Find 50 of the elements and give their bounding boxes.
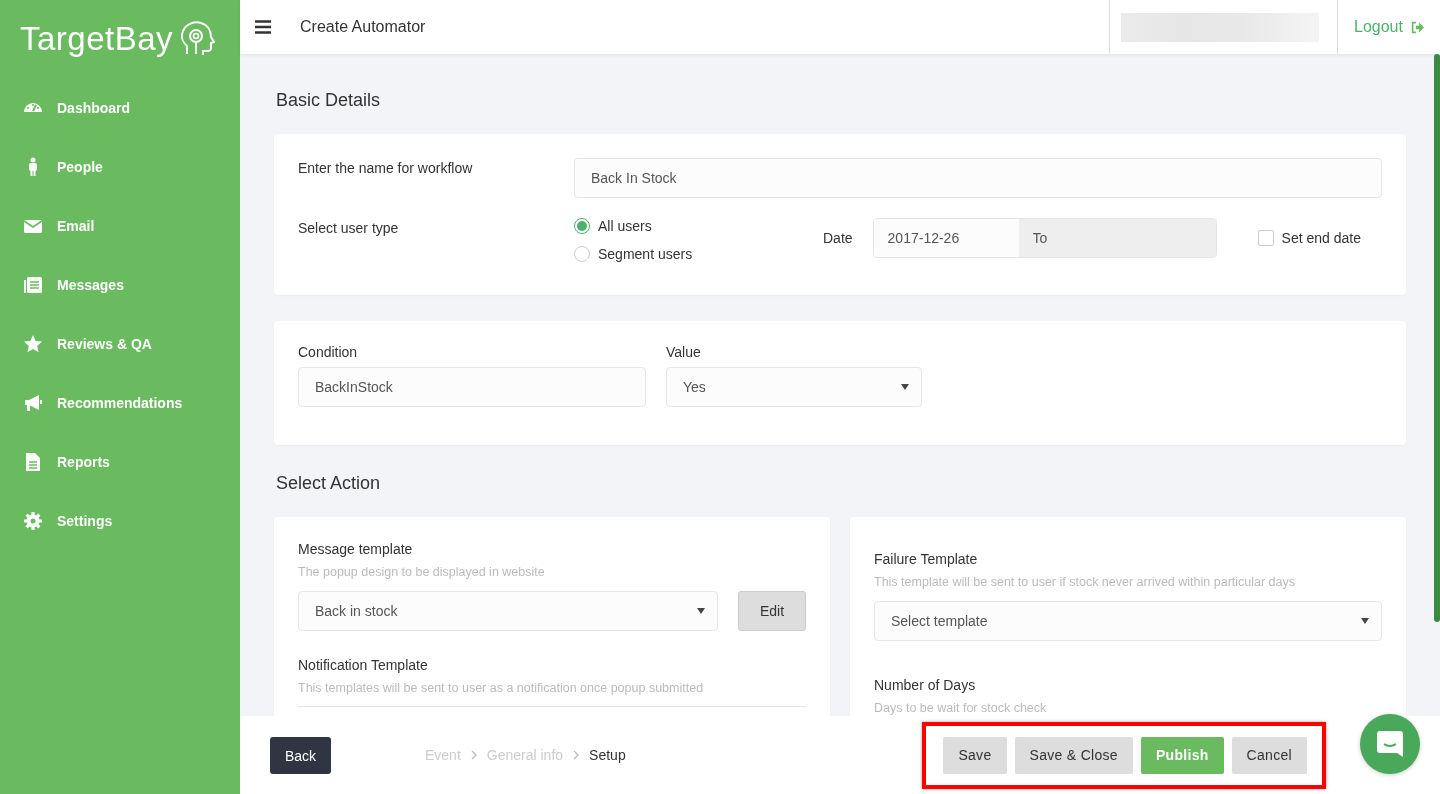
field-label: Message template <box>298 541 414 557</box>
field-hint: Days to be wait for stock check <box>874 701 1048 715</box>
field-label: Condition <box>298 344 359 360</box>
checkbox-label: Set end date <box>1281 230 1361 246</box>
section-heading: Basic Details <box>276 89 382 112</box>
chevron-icon <box>573 750 580 760</box>
field-label: Notification Template <box>298 657 429 673</box>
caret-icon <box>901 384 909 390</box>
chat-bubble-icon <box>1375 729 1405 759</box>
secondary-button[interactable]: Save <box>943 736 1007 774</box>
name-input[interactable]: Back In Stock <box>574 158 1382 198</box>
value-select[interactable]: Yes <box>666 367 922 407</box>
field-label: Failure Template <box>874 551 979 567</box>
radio-label: All users <box>598 218 652 234</box>
star-icon <box>23 333 43 354</box>
edit-button[interactable]: Edit <box>738 591 806 631</box>
sign-out-icon <box>1410 20 1424 34</box>
radio-button[interactable] <box>574 218 590 234</box>
chat-button[interactable] <box>1360 714 1420 774</box>
scrollbar-thumb[interactable] <box>1434 54 1440 622</box>
field-hint: This templates will be sent to user as a notification once popup submitted <box>298 681 705 695</box>
document-icon <box>23 451 43 472</box>
template-select[interactable]: Select template <box>874 601 1382 641</box>
caret-icon <box>1361 618 1369 624</box>
section-heading: Select Action <box>276 472 382 495</box>
megaphone-icon <box>23 392 43 413</box>
field-hint: The popup design to be displayed in website <box>298 565 546 579</box>
gear-icon <box>23 510 43 531</box>
chevron-icon <box>470 750 477 760</box>
secondary-button[interactable]: Cancel <box>1231 736 1307 774</box>
condition-input[interactable]: BackInStock <box>298 367 646 407</box>
newspaper-icon <box>23 274 43 295</box>
secondary-button[interactable]: Save & Close <box>1014 736 1133 774</box>
page-title: Create Automator <box>300 18 426 36</box>
field-label: Enter the name for workflow <box>298 159 474 178</box>
field-label: Value <box>666 344 702 360</box>
field-hint: This template will be sent to user if stock never arrived within particular days <box>874 575 1296 589</box>
checkbox[interactable] <box>1257 230 1274 246</box>
field-label: Select user type <box>298 219 400 236</box>
logo-text: TargetBay <box>20 20 174 58</box>
menu-icon[interactable] <box>255 20 271 34</box>
head-logo-icon <box>179 20 216 58</box>
template-select[interactable]: Back in stock <box>298 591 718 631</box>
radio-label: Segment users <box>598 246 693 262</box>
breadcrumb-step[interactable]: Setup <box>589 747 626 763</box>
caret-icon <box>697 608 705 614</box>
field-label: Date <box>823 230 853 246</box>
field-label: Number of Days <box>874 677 977 693</box>
radio-button[interactable] <box>574 246 590 262</box>
back-button[interactable]: Back <box>270 737 331 774</box>
